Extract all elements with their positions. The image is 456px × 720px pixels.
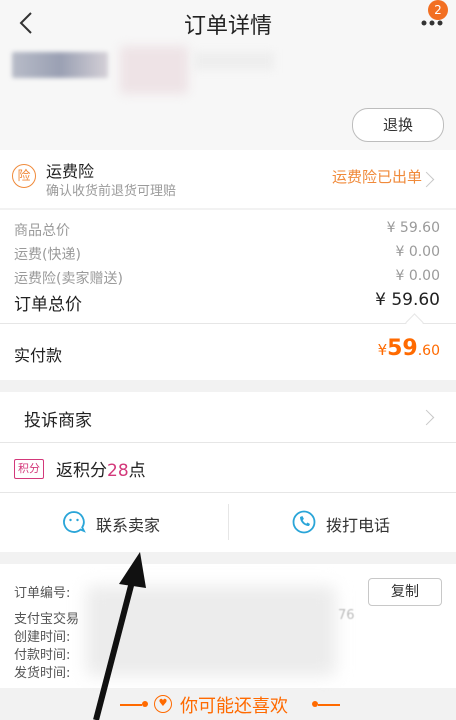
insurance-icon: 险 [12, 164, 36, 188]
order-header: 订单详情 2 退换 [0, 0, 456, 150]
call-phone-button[interactable]: 拨打电话 [229, 493, 456, 552]
decor-line-right [318, 704, 340, 706]
copy-button[interactable]: 复制 [368, 578, 442, 606]
order-info: 订单编号: 支付宝交易 创建时间: 付款时间: 发货时间: 76 复制 [0, 564, 456, 688]
paid-int: 59 [387, 336, 418, 361]
contact-seller-label: 联系卖家 [96, 516, 161, 535]
paid-currency: ¥ [377, 341, 388, 359]
blurred-text [194, 52, 274, 70]
decor-dot-left [142, 701, 148, 707]
partial-trade-number: 76 [338, 608, 355, 623]
price-summary: 商品总价 ¥ 59.60 运费(快递) ¥ 0.00 运费险(卖家赠送) ¥ 0… [0, 210, 456, 380]
insurance-fee-value: ¥ 0.00 [395, 268, 440, 284]
divider [0, 442, 456, 443]
points-text: 返积分28点 [56, 456, 146, 481]
alipay-trade-label: 支付宝交易 [14, 612, 80, 627]
paid-dec: .60 [417, 343, 440, 359]
recommend-header: ♥ 你可能还喜欢 [0, 690, 456, 720]
blurred-address [12, 52, 108, 78]
page-title: 订单详情 [183, 14, 272, 39]
goods-total-value: ¥ 59.60 [386, 220, 440, 236]
paid-label: 实付款 [14, 346, 63, 365]
points-tag: 积分 [14, 459, 44, 479]
chevron-right-icon [418, 409, 435, 426]
insurance-title: 运费险 [46, 162, 95, 181]
shipping-label: 运费(快递) [14, 247, 81, 263]
recommend-title: 你可能还喜欢 [180, 696, 288, 717]
decor-line-left [120, 704, 142, 706]
created-time-label: 创建时间: [14, 630, 71, 645]
divider-notch [405, 313, 424, 332]
shipping-insurance-row[interactable]: 险 运费险 确认收货前退货可理赔 运费险已出单 [0, 150, 456, 208]
complain-seller-label: 投诉商家 [24, 411, 92, 431]
chat-face-icon [63, 511, 86, 533]
insurance-subtitle: 确认收货前退货可理赔 [46, 184, 177, 199]
insurance-fee-label: 运费险(卖家赠送) [14, 271, 123, 287]
points-prefix: 返积分 [56, 461, 107, 481]
action-panel: 投诉商家 积分 返积分28点 联系卖家 拨打电话 [0, 392, 456, 552]
return-exchange-button[interactable]: 退换 [352, 108, 444, 142]
contact-seller-button[interactable]: 联系卖家 [0, 493, 228, 552]
blurred-image [120, 46, 188, 94]
shipped-time-label: 发货时间: [14, 666, 71, 681]
call-phone-label: 拨打电话 [326, 516, 391, 535]
complain-row[interactable]: 投诉商家 [0, 392, 456, 442]
order-number-label: 订单编号: [14, 586, 71, 601]
paid-time-label: 付款时间: [14, 648, 71, 663]
notification-badge: 2 [428, 0, 448, 20]
phone-icon [292, 510, 316, 534]
heart-icon: ♥ [154, 695, 172, 713]
insurance-status: 运费险已出单 [331, 168, 422, 186]
blurred-order-details [86, 586, 336, 676]
shipping-value: ¥ 0.00 [395, 244, 440, 260]
points-suffix: 点 [128, 461, 146, 481]
paid-value: ¥59.60 [378, 336, 440, 361]
goods-total-label: 商品总价 [14, 223, 70, 239]
order-total-value: ¥ 59.60 [375, 290, 440, 310]
divider [0, 323, 456, 324]
order-total-label: 订单总价 [14, 295, 82, 315]
points-number: 28 [107, 461, 129, 481]
